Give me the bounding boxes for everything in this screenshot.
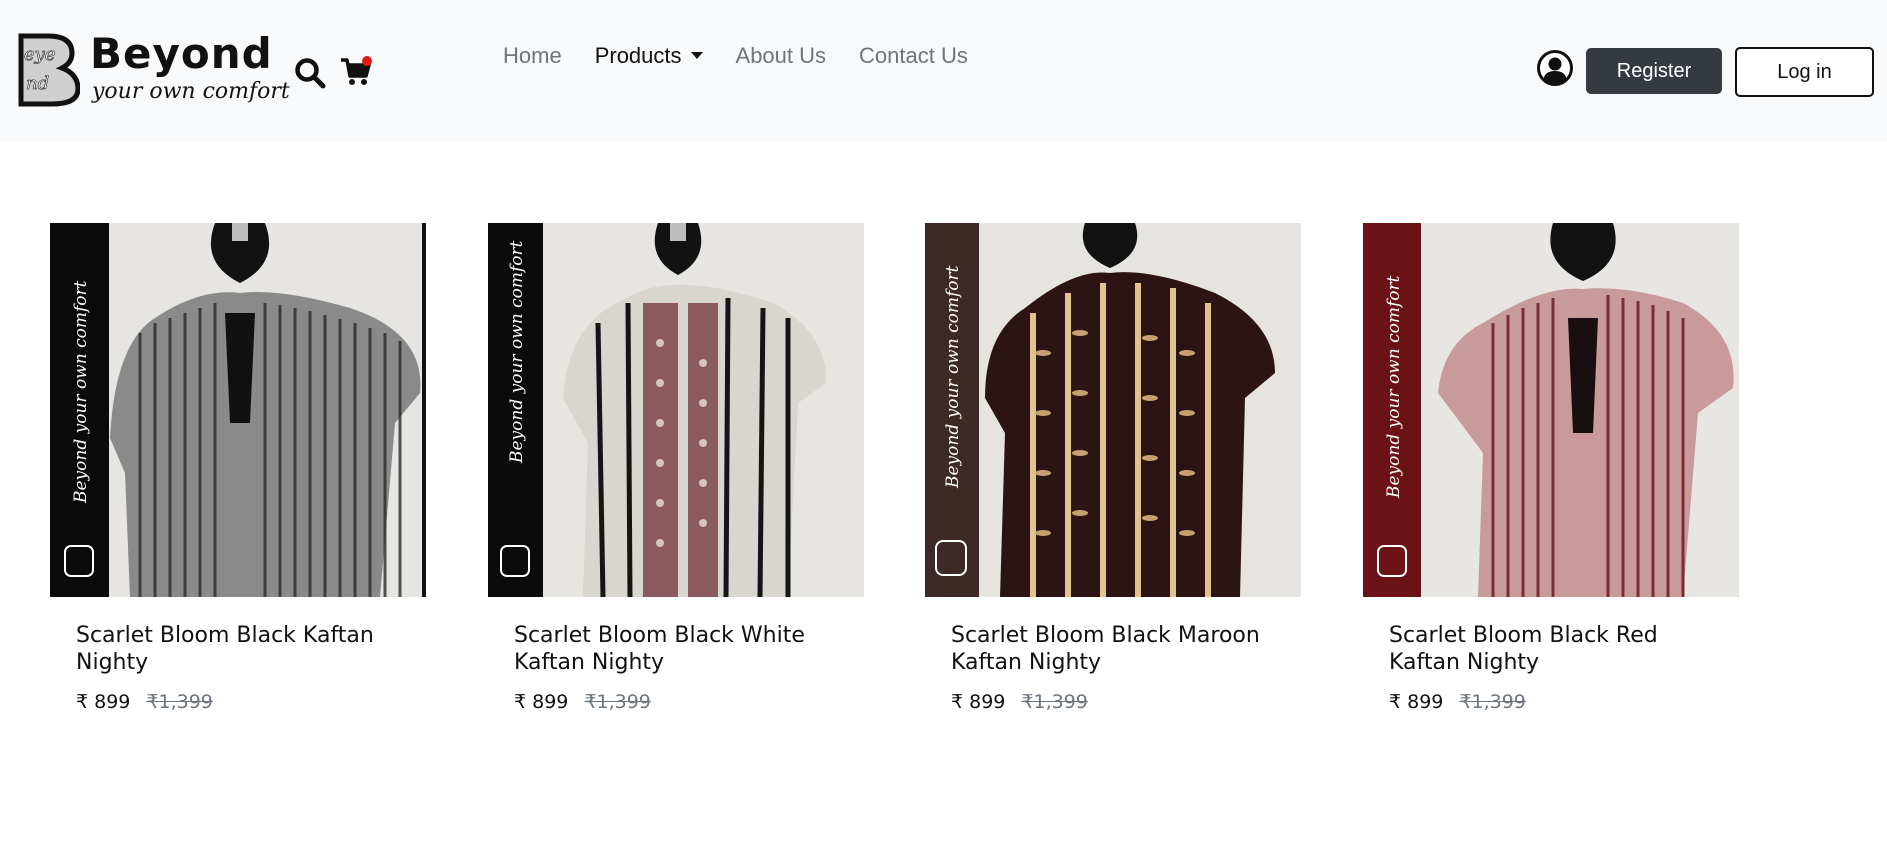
price-row: ₹ 899 ₹1,399 bbox=[951, 691, 1088, 713]
brand-logo[interactable]: eye nd Beyond your own comfort bbox=[18, 29, 290, 113]
product-card[interactable]: Beyond your own comfort Scarlet Bloom Bl… bbox=[50, 223, 426, 713]
sale-price: ₹ 899 bbox=[1389, 691, 1444, 713]
product-name[interactable]: Scarlet Bloom Black Red Kaftan Nighty bbox=[1389, 622, 1729, 676]
login-button[interactable]: Log in bbox=[1735, 47, 1874, 97]
product-image[interactable]: Beyond your own comfort bbox=[50, 223, 426, 597]
sale-price: ₹ 899 bbox=[514, 691, 569, 713]
brand-mark-icon: eye nd bbox=[18, 33, 80, 107]
svg-text:Beyond your own comfort: Beyond your own comfort bbox=[71, 280, 91, 504]
sale-price: ₹ 899 bbox=[951, 691, 1006, 713]
search-icon[interactable] bbox=[294, 57, 326, 89]
original-price: ₹1,399 bbox=[1459, 691, 1526, 713]
nav-contact-us[interactable]: Contact Us bbox=[859, 43, 968, 69]
sale-price: ₹ 899 bbox=[76, 691, 131, 713]
original-price: ₹1,399 bbox=[1021, 691, 1088, 713]
brand-tagline: your own comfort bbox=[92, 79, 290, 104]
product-image[interactable]: Beyond your own comfort bbox=[1363, 223, 1739, 597]
product-card[interactable]: Beyond your own comfort Scarlet Bloom Bl… bbox=[925, 223, 1301, 713]
original-price: ₹1,399 bbox=[146, 691, 213, 713]
main-nav: Home Products About Us Contact Us bbox=[503, 43, 1001, 69]
price-row: ₹ 899 ₹1,399 bbox=[514, 691, 651, 713]
product-name[interactable]: Scarlet Bloom Black Maroon Kaftan Nighty bbox=[951, 622, 1291, 676]
nav-home[interactable]: Home bbox=[503, 43, 562, 69]
user-account-icon[interactable] bbox=[1537, 50, 1573, 86]
price-row: ₹ 899 ₹1,399 bbox=[76, 691, 213, 713]
svg-text:Beyond your own comfort: Beyond your own comfort bbox=[1384, 275, 1404, 499]
register-button[interactable]: Register bbox=[1586, 48, 1722, 94]
product-name[interactable]: Scarlet Bloom Black White Kaftan Nighty bbox=[514, 622, 854, 676]
product-name[interactable]: Scarlet Bloom Black Kaftan Nighty bbox=[76, 622, 416, 676]
price-row: ₹ 899 ₹1,399 bbox=[1389, 691, 1526, 713]
product-image[interactable]: Beyond your own comfort bbox=[488, 223, 864, 597]
top-navbar: eye nd Beyond your own comfort Home Prod… bbox=[0, 0, 1887, 142]
original-price: ₹1,399 bbox=[584, 691, 651, 713]
svg-text:Beyond your own comfort: Beyond your own comfort bbox=[943, 265, 963, 489]
product-card[interactable]: Beyond your own comfort Scarlet Bloom Bl… bbox=[1363, 223, 1739, 713]
product-image[interactable]: Beyond your own comfort bbox=[925, 223, 1301, 597]
svg-text:eye: eye bbox=[24, 44, 55, 65]
cart-icon[interactable] bbox=[340, 56, 372, 88]
svg-text:Beyond your own comfort: Beyond your own comfort bbox=[507, 240, 527, 464]
chevron-down-icon bbox=[690, 52, 703, 59]
nav-about-us[interactable]: About Us bbox=[736, 43, 827, 69]
brand-name: Beyond bbox=[90, 29, 273, 78]
nav-products-dropdown[interactable]: Products bbox=[595, 43, 703, 69]
product-card[interactable]: Beyond your own comfort Scarlet Bloom Bl… bbox=[488, 223, 864, 713]
cart-badge bbox=[362, 56, 372, 66]
nav-products-label: Products bbox=[594, 43, 682, 68]
svg-text:nd: nd bbox=[26, 73, 49, 94]
